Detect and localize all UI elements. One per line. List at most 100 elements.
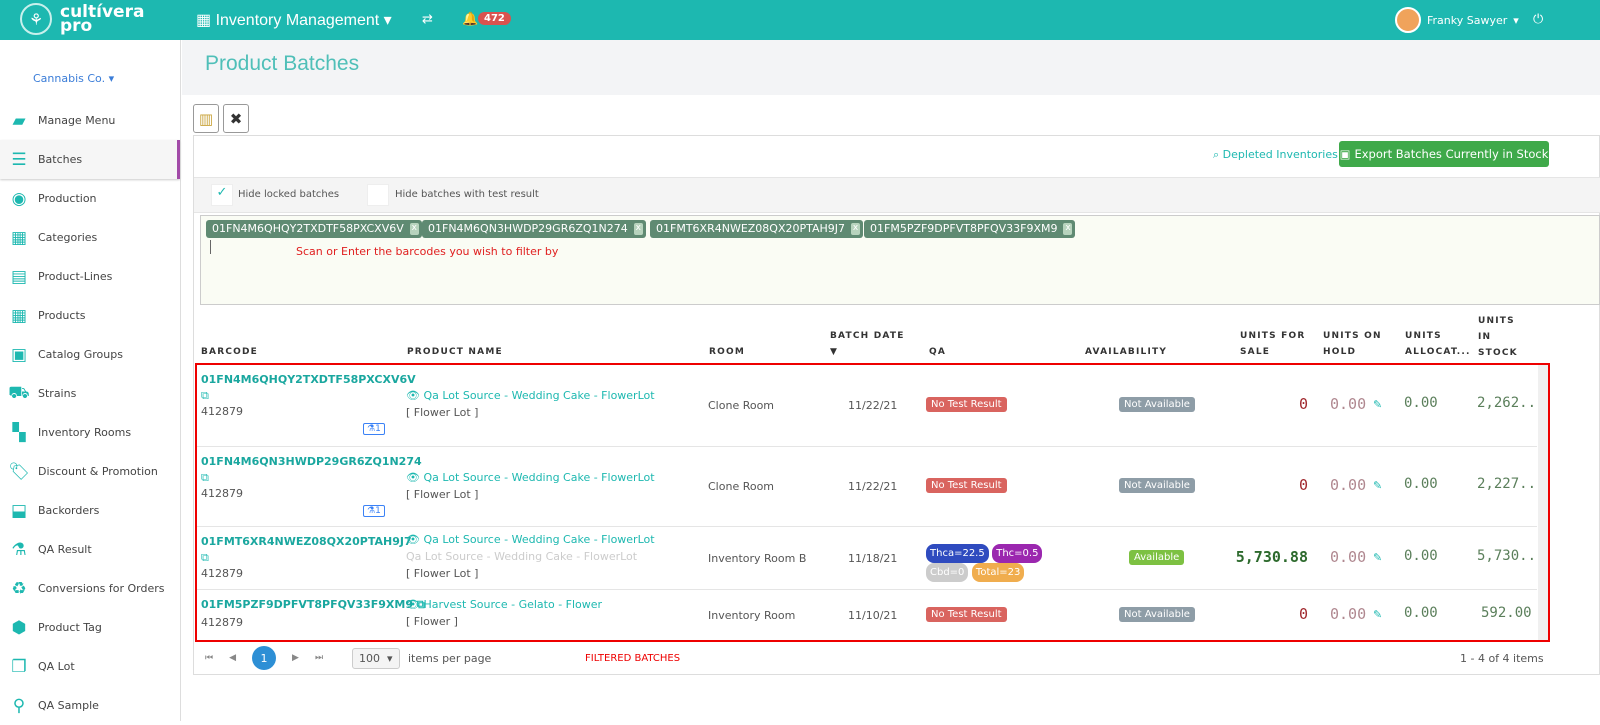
bell-icon[interactable]: 🔔 — [462, 12, 478, 27]
sidebar-item-qa-sample[interactable]: ⚲ QA Sample — [0, 686, 180, 725]
sidebar-item-batches[interactable]: ☰ Batches — [0, 140, 180, 179]
sidebar-item-discount-promotion[interactable]: 🏷 Discount & Promotion — [0, 452, 180, 491]
sidebar-item-product-lines[interactable]: ▤ Product-Lines — [0, 257, 180, 296]
company-selector[interactable]: Cannabis Co. ▾ — [33, 72, 114, 85]
hide-locked-label: Hide locked batches — [238, 189, 340, 200]
power-icon[interactable]: ⏻ — [1533, 12, 1543, 27]
sidebar-icon: ❐ — [11, 656, 27, 677]
current-page[interactable]: 1 — [252, 646, 277, 670]
col-availability[interactable]: AVAILABILITY — [1085, 344, 1167, 360]
sidebar-item-production[interactable]: ◉ Production — [0, 179, 180, 218]
sidebar-icon: ♻ — [11, 578, 27, 599]
sidebar-icon: ▰ — [12, 110, 26, 131]
sidebar-item-label: QA Sample — [38, 699, 99, 712]
col-room[interactable]: ROOM — [709, 344, 745, 360]
sidebar-item-backorders[interactable]: ⬓ Backorders — [0, 491, 180, 530]
barcode-tag: 01FMT6XR4NWEZ08QX20PTAH9J7 x — [650, 220, 864, 238]
pager-summary: 1 - 4 of 4 items — [1460, 651, 1544, 665]
barcode-tag: 01FM5PZF9DPFVT8PFQV33F9XM9 x — [864, 220, 1076, 238]
page-size-select[interactable]: 100 ▾ — [352, 646, 400, 670]
sidebar-item-label: Backorders — [38, 504, 100, 517]
col-units-sale[interactable]: UNITS FOR SALE — [1240, 328, 1305, 360]
filtered-annotation: FILTERED BATCHES — [585, 652, 681, 664]
sidebar-icon: ⬢ — [11, 617, 27, 638]
sidebar-item-label: Batches — [38, 153, 83, 166]
sidebar: Cannabis Co. ▾ ▰ Manage Menu ☰ Batches ◉ Prod… — [0, 40, 181, 721]
sidebar-item-label: Catalog Groups — [38, 348, 123, 361]
sidebar-icon: ▦ — [10, 227, 28, 248]
sidebar-item-label: QA Result — [38, 543, 92, 556]
app-title: Inventory Management — [215, 12, 380, 29]
grid-icon: ▦ — [196, 12, 216, 29]
sort-icon: ▼ — [830, 347, 839, 357]
sidebar-icon: ⚗ — [11, 539, 27, 560]
hide-tested-checkbox[interactable] — [367, 184, 389, 206]
remove-tag-icon[interactable]: x — [851, 223, 861, 235]
switch-icon[interactable]: ⇄ — [422, 12, 433, 27]
sidebar-item-product-tag[interactable]: ⬢ Product Tag — [0, 608, 180, 647]
avatar — [1395, 7, 1421, 33]
col-units-allocated[interactable]: UNITS ALLOCAT... — [1405, 328, 1471, 360]
filter-hint: Scan or Enter the barcodes you wish to f… — [296, 245, 559, 258]
sidebar-item-label: Production — [38, 192, 97, 205]
col-units-stock[interactable]: UNITS IN STOCK — [1478, 313, 1518, 361]
table-scrollbar[interactable] — [1538, 365, 1548, 640]
remove-tag-icon[interactable]: x — [409, 223, 419, 235]
user-name: Franky Sawyer — [1427, 13, 1508, 27]
sidebar-item-qa-lot[interactable]: ❐ QA Lot — [0, 647, 180, 686]
user-menu[interactable]: Franky Sawyer ▾ — [1395, 7, 1519, 33]
search-icon: ⌕ — [1213, 148, 1223, 161]
barcode-scan-button[interactable]: ▥ — [193, 104, 219, 133]
sidebar-icon: ⬓ — [10, 500, 28, 521]
sidebar-icon: ◉ — [11, 188, 27, 209]
sidebar-item-inventory-rooms[interactable]: ▚ Inventory Rooms — [0, 413, 180, 452]
notification-badge[interactable]: 472 — [478, 12, 511, 25]
col-barcode[interactable]: BARCODE — [201, 344, 258, 360]
sidebar-icon: ⛟ — [8, 382, 30, 403]
title-bar — [182, 40, 1600, 95]
export-button[interactable]: ▣ Export Batches Currently in Stock — [1339, 141, 1549, 167]
sidebar-icon: ▤ — [10, 266, 28, 287]
sidebar-item-label: Discount & Promotion — [38, 465, 158, 478]
sidebar-item-qa-result[interactable]: ⚗ QA Result — [0, 530, 180, 569]
prev-page-icon[interactable]: ◀ — [229, 653, 236, 663]
col-batch-date[interactable]: BATCH DATE ▼ — [830, 328, 905, 360]
sidebar-item-strains[interactable]: ⛟ Strains — [0, 374, 180, 413]
sidebar-icon: ☰ — [11, 149, 27, 170]
filtered-highlight — [195, 363, 1550, 642]
sidebar-item-manage-menu[interactable]: ▰ Manage Menu — [0, 101, 180, 140]
sidebar-item-label: Categories — [38, 231, 98, 244]
sidebar-icon: 🏷 — [8, 461, 30, 482]
sidebar-icon: ▚ — [12, 422, 26, 443]
remove-tag-icon[interactable]: x — [633, 223, 643, 235]
sidebar-item-label: QA Lot — [38, 660, 75, 673]
brand-logo[interactable]: ⚘ cultívera pro — [20, 3, 144, 35]
sidebar-item-label: Conversions for Orders — [38, 582, 165, 595]
sidebar-item-label: Products — [38, 309, 86, 322]
depleted-inventories-link[interactable]: ⌕ Depleted Inventories — [1213, 148, 1338, 162]
clear-filter-button[interactable]: ✖ — [223, 104, 249, 133]
hide-locked-checkbox[interactable]: ✓ — [211, 184, 233, 206]
col-product[interactable]: PRODUCT NAME — [407, 344, 503, 360]
col-units-hold[interactable]: UNITS ON HOLD — [1323, 328, 1382, 360]
app-switcher[interactable]: ▦ Inventory Management ▾ — [196, 10, 392, 30]
sidebar-item-products[interactable]: ▦ Products — [0, 296, 180, 335]
first-page-icon[interactable]: ⏮ — [205, 653, 213, 663]
last-page-icon[interactable]: ⏭ — [315, 653, 323, 663]
sidebar-icon: ▣ — [10, 344, 28, 365]
caret-down-icon: ▾ — [379, 12, 392, 29]
hide-tested-label: Hide batches with test result — [395, 189, 539, 200]
logo-icon: ⚘ — [20, 3, 52, 35]
col-qa[interactable]: QA — [929, 344, 946, 360]
sidebar-item-categories[interactable]: ▦ Categories — [0, 218, 180, 257]
sidebar-item-label: Inventory Rooms — [38, 426, 132, 439]
sidebar-item-label: Manage Menu — [38, 114, 116, 127]
per-page-label: items per page — [408, 651, 492, 665]
sidebar-item-label: Product-Lines — [38, 270, 113, 283]
page-title: Product Batches — [205, 52, 360, 75]
pager-nav: ⏮ ◀ 1 ▶ ⏭ — [205, 646, 323, 670]
sidebar-item-catalog-groups[interactable]: ▣ Catalog Groups — [0, 335, 180, 374]
remove-tag-icon[interactable]: x — [1063, 223, 1073, 235]
next-page-icon[interactable]: ▶ — [292, 653, 299, 663]
sidebar-item-conversions-for-orders[interactable]: ♻ Conversions for Orders — [0, 569, 180, 608]
